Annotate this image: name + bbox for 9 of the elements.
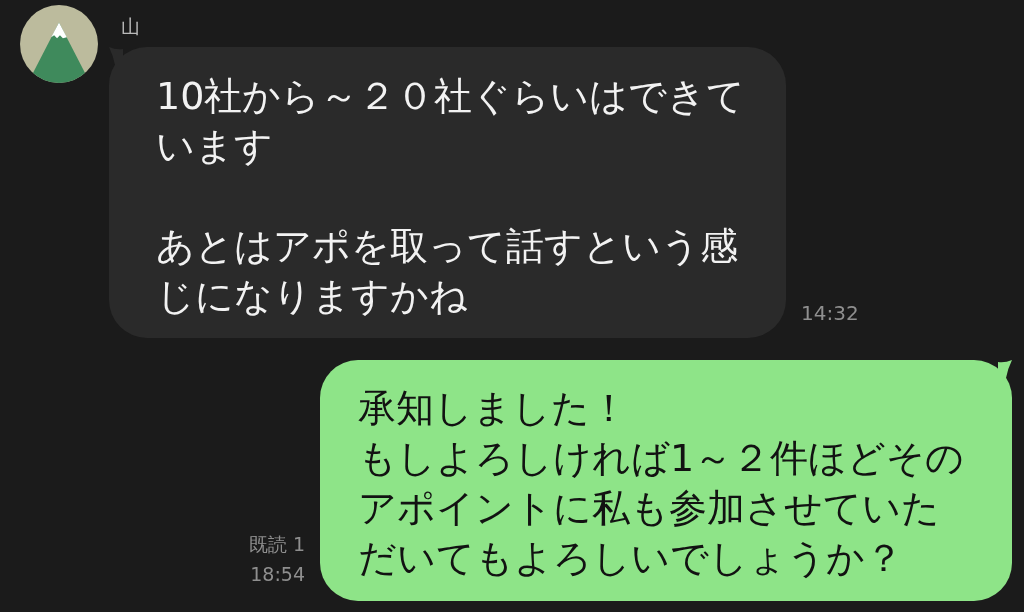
- message-text: もしよろしければ1～２件ほどそのアポイントに私も参加させていただいてもよろしいでしょうか？: [358, 435, 966, 582]
- message-text: 承知しました！: [358, 385, 629, 432]
- sender-name: 山: [121, 14, 140, 38]
- message-text: あとはアポを取って話すという感じになりますかね: [156, 223, 739, 320]
- message-time: 14:32: [801, 300, 859, 326]
- read-receipt: 既読 1: [248, 532, 305, 557]
- mountain-avatar-icon: [20, 5, 98, 83]
- message-time: 18:54: [250, 562, 305, 587]
- message-text: 10社から～２０社ぐらいはできています: [156, 73, 747, 170]
